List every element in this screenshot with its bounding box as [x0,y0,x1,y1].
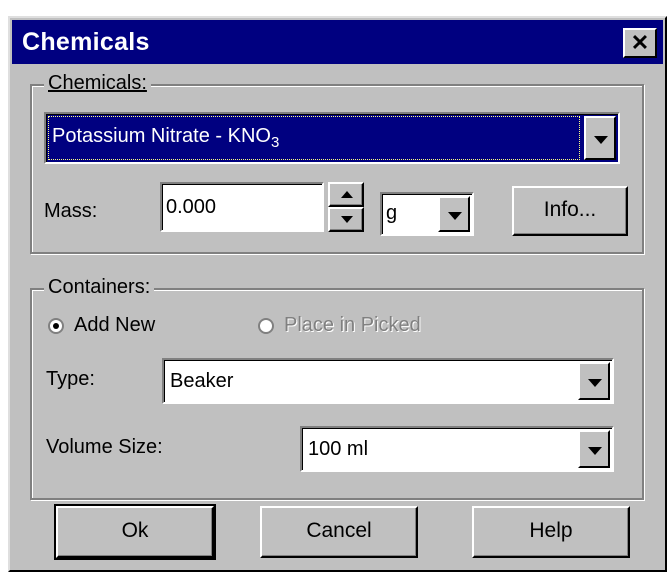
spin-down-icon [341,216,353,223]
type-value: Beaker [170,370,234,392]
info-button-label: Info... [543,198,597,221]
info-button[interactable]: Info... [512,186,628,236]
ok-button-label: Ok [121,519,149,542]
chemicals-group: Chemicals: Potassium Nitrate - KNO3 Mass… [30,72,644,254]
ok-button[interactable]: Ok [54,504,216,560]
chemical-combobox[interactable]: Potassium Nitrate - KNO3 [44,112,620,164]
volume-size-value: 100 ml [308,438,369,460]
mass-label: Mass: [44,200,98,222]
mass-input[interactable]: 0.000 [160,182,324,232]
chevron-down-icon [448,212,462,220]
cancel-button[interactable]: Cancel [260,506,418,558]
cancel-button-label: Cancel [306,519,372,542]
volume-size-label: Volume Size: [46,436,163,458]
close-icon: ✕ [630,30,650,55]
mass-value: 0.000 [166,196,217,218]
volume-dropdown-button[interactable] [578,430,610,468]
close-button[interactable]: ✕ [623,28,657,58]
type-label: Type: [46,368,95,390]
spin-up-button[interactable] [328,182,364,207]
chevron-down-icon [594,136,608,144]
place-in-picked-label[interactable]: Place in Picked [284,314,421,337]
chevron-down-icon [588,447,602,455]
title-bar[interactable]: Chemicals ✕ [12,20,663,64]
containers-legend: Containers: [44,276,155,299]
spin-down-button[interactable] [328,207,364,232]
add-new-label[interactable]: Add New [74,314,155,337]
place-in-picked-radio[interactable] [258,318,274,334]
chemical-selected-value: Potassium Nitrate - KNO3 [52,125,280,151]
help-button-label: Help [529,519,573,542]
chevron-down-icon [588,379,602,387]
volume-size-combobox[interactable]: 100 ml [300,426,614,472]
spin-up-icon [341,191,353,198]
type-dropdown-button[interactable] [578,362,610,400]
chemicals-dialog: Chemicals ✕ Chemicals: Potassium Nitrate… [8,16,667,572]
unit-value: g [386,202,398,224]
mass-spinner[interactable] [328,182,364,232]
help-button[interactable]: Help [472,506,630,558]
unit-combobox[interactable]: g [380,192,474,236]
chemical-dropdown-button[interactable] [584,116,616,160]
type-combobox[interactable]: Beaker [162,358,614,404]
unit-dropdown-button[interactable] [438,196,470,232]
add-new-radio[interactable] [48,318,64,334]
radio-selected-dot [53,323,59,329]
containers-group: Containers: Add New Place in Picked Type… [30,276,644,500]
chemicals-legend: Chemicals: [44,72,151,95]
window-title: Chemicals [22,28,150,56]
